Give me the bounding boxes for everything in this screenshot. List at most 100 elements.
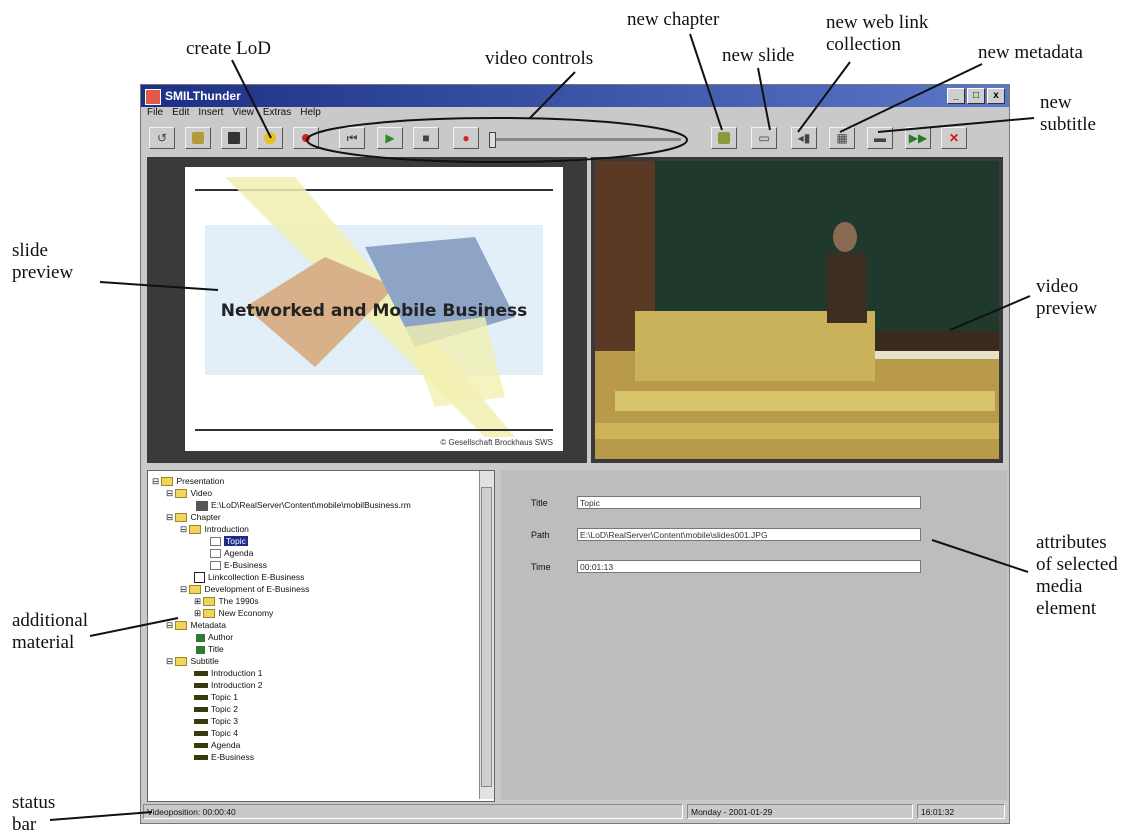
folder-icon	[175, 657, 188, 667]
menu-file[interactable]: File	[147, 107, 163, 123]
menu-insert[interactable]: Insert	[198, 107, 223, 123]
move-button[interactable]: ▶▶	[905, 127, 931, 149]
web-link-icon: ◂▮	[797, 131, 811, 145]
tree-scrollbar-thumb[interactable]	[481, 487, 492, 787]
rewind-button[interactable]: ⏮	[339, 127, 365, 149]
tree-node-subtitle-item[interactable]: Topic 4	[194, 727, 238, 739]
attributes-panel: Title Topic Path E:\LoD\RealServer\Conte…	[501, 470, 1007, 800]
record-button[interactable]: ●	[453, 127, 479, 149]
callout-create-lod: create LoD	[186, 38, 271, 59]
subtitle-icon	[194, 743, 208, 749]
tree-node-metadata[interactable]: ⊟ Metadata	[166, 619, 226, 631]
time-field[interactable]: 00:01:13	[577, 560, 921, 573]
menu-help[interactable]: Help	[300, 107, 321, 123]
status-bar: Videoposition: 00:00:40 Monday - 2001-01…	[143, 803, 1007, 821]
tree-node-topic[interactable]: Topic	[210, 535, 248, 547]
title-bar[interactable]: SMILThunder _ □ x	[141, 85, 1009, 107]
maximize-button[interactable]: □	[967, 88, 985, 104]
path-field[interactable]: E:\LoD\RealServer\Content\mobile\slides0…	[577, 528, 921, 541]
delete-button[interactable]: ✕	[941, 127, 967, 149]
menu-view[interactable]: View	[232, 107, 254, 123]
web-link-icon	[194, 572, 205, 584]
new-chapter-button[interactable]	[711, 127, 737, 149]
metadata-icon: ▦	[836, 131, 848, 145]
callout-new-metadata: new metadata	[978, 42, 1083, 63]
slider-thumb[interactable]	[489, 132, 496, 148]
new-slide-icon: ▭	[758, 131, 770, 145]
create-lod-button[interactable]	[257, 127, 283, 149]
record-toggle-button[interactable]	[293, 127, 319, 149]
slide-icon	[210, 549, 221, 559]
new-web-link-collection-button[interactable]: ◂▮	[791, 127, 817, 149]
record-icon	[302, 134, 310, 142]
minimize-button[interactable]: _	[947, 88, 965, 104]
video-frame	[595, 161, 999, 459]
tree-node-introduction[interactable]: ⊟ Introduction	[180, 523, 249, 535]
tree-node-agenda[interactable]: Agenda	[210, 547, 253, 559]
tree-node-video[interactable]: ⊟ Video	[166, 487, 212, 499]
tree-node-subtitle-item[interactable]: Topic 3	[194, 715, 238, 727]
lecture-hall-video	[595, 161, 999, 459]
open-button[interactable]	[185, 127, 211, 149]
new-slide-button[interactable]: ▭	[751, 127, 777, 149]
tree-node-video-file[interactable]: E:\LoD\RealServer\Content\mobile\mobilBu…	[196, 499, 411, 511]
tree-node-subtitle-item[interactable]: Agenda	[194, 739, 240, 751]
metadata-icon	[196, 645, 205, 654]
create-lod-icon	[264, 132, 276, 144]
tree-node-subtitle-item[interactable]: Topic 2	[194, 703, 238, 715]
title-field[interactable]: Topic	[577, 496, 921, 509]
callout-attributes: attributes of selected media element	[1036, 532, 1118, 619]
save-button[interactable]	[221, 127, 247, 149]
callout-new-chapter: new chapter	[627, 9, 720, 30]
subtitle-icon	[194, 695, 208, 701]
menu-bar: File Edit Insert View Extras Help	[141, 107, 321, 123]
tree-node-chapter[interactable]: ⊟ Chapter	[166, 511, 221, 523]
callout-video-controls: video controls	[485, 48, 594, 69]
tree-node-subtitle[interactable]: ⊟ Subtitle	[166, 655, 219, 667]
play-button[interactable]: ▶	[377, 127, 403, 149]
toolbar: ↺ ⏮ ▶ ■ ● ▭ ◂▮ ▦ ▬ ▶▶ ✕	[141, 125, 1009, 153]
tree-node-new-economy[interactable]: ⊞ New Economy	[194, 607, 273, 619]
metadata-icon	[196, 633, 205, 642]
tree-node-presentation[interactable]: ⊟ Presentation	[152, 475, 224, 487]
subtitle-icon	[194, 731, 208, 737]
folder-icon	[161, 477, 174, 487]
callout-new-web-link-collection: new web link collection	[826, 12, 929, 55]
rewind-icon: ⏮	[346, 131, 358, 145]
open-folder-icon	[192, 132, 204, 144]
new-button[interactable]: ↺	[149, 127, 175, 149]
new-subtitle-button[interactable]: ▬	[867, 127, 893, 149]
tree-node-ebusiness[interactable]: E-Business	[210, 559, 267, 571]
tree-node-subtitle-item[interactable]: Introduction 1	[194, 667, 263, 679]
title-label: Title	[531, 498, 548, 508]
subtitle-icon	[194, 719, 208, 725]
slide-icon	[210, 561, 221, 571]
status-date: Monday - 2001-01-29	[687, 804, 913, 819]
tree-scrollbar[interactable]	[479, 471, 494, 799]
new-metadata-button[interactable]: ▦	[829, 127, 855, 149]
tree-node-title[interactable]: Title	[196, 643, 224, 655]
tree-node-subtitle-item[interactable]: Topic 1	[194, 691, 238, 703]
video-position-slider[interactable]	[489, 132, 681, 148]
tree-node-development[interactable]: ⊟ Development of E-Business	[180, 583, 309, 595]
callout-status-bar: status bar	[12, 792, 56, 835]
callout-video-preview: video preview	[1036, 276, 1098, 319]
tree-node-subtitle-item[interactable]: Introduction 2	[194, 679, 263, 691]
tree-node-author[interactable]: Author	[196, 631, 233, 643]
status-videoposition: Videoposition: 00:00:40	[143, 804, 683, 819]
tree-node-1990s[interactable]: ⊞ The 1990s	[194, 595, 259, 607]
folder-icon	[189, 585, 202, 595]
tree-node-subtitle-item[interactable]: E-Business	[194, 751, 254, 763]
close-window-button[interactable]: x	[987, 88, 1005, 104]
app-icon	[145, 89, 161, 105]
menu-extras[interactable]: Extras	[263, 107, 291, 123]
menu-edit[interactable]: Edit	[172, 107, 189, 123]
new-chapter-icon	[718, 132, 730, 144]
presentation-tree: ⊟ Presentation ⊟ Video E:\LoD\RealServer…	[147, 470, 495, 802]
delete-icon: ✕	[948, 131, 960, 145]
video-file-icon	[196, 500, 208, 511]
subtitle-icon	[194, 707, 208, 713]
tree-node-link-collection[interactable]: Linkcollection E-Business	[194, 571, 304, 584]
stop-button[interactable]: ■	[413, 127, 439, 149]
application-window: SMILThunder _ □ x File Edit Insert View …	[140, 84, 1010, 824]
